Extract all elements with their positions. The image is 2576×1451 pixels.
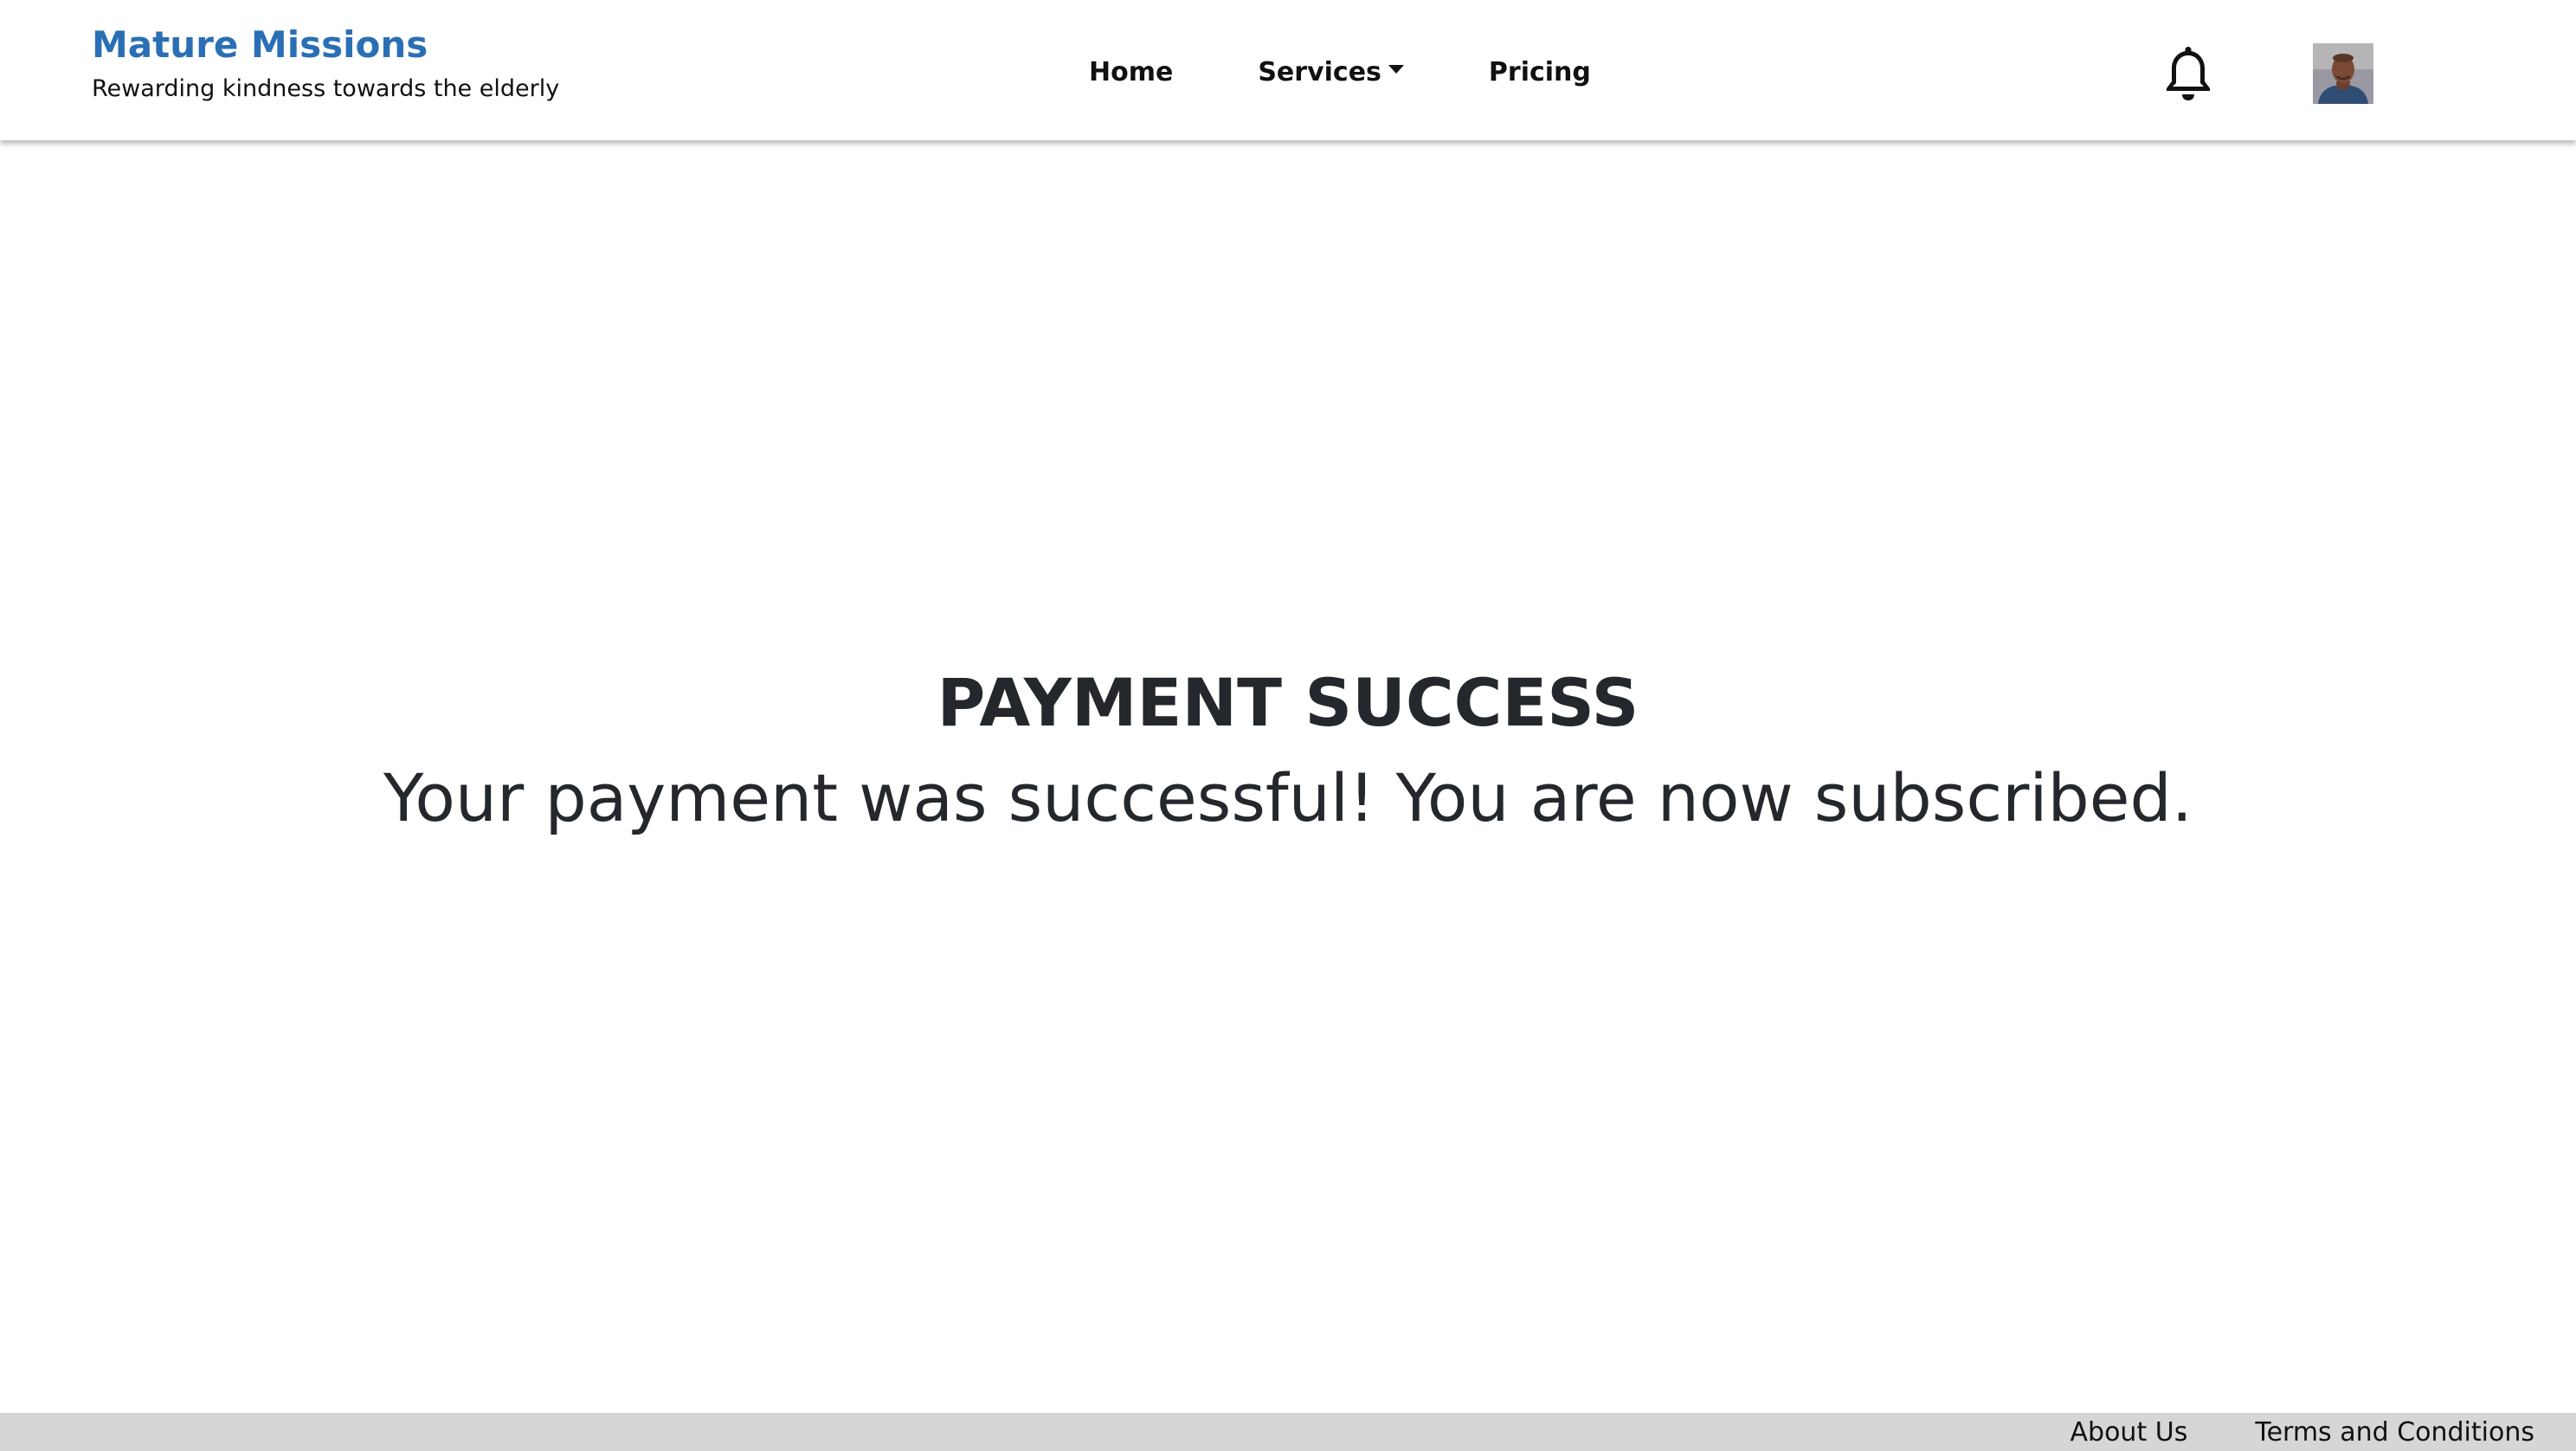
user-avatar[interactable] <box>2313 43 2373 104</box>
brand: Mature Missions Rewarding kindness towar… <box>92 19 559 106</box>
brand-tagline: Rewarding kindness towards the elderly <box>92 75 560 102</box>
payment-success-message: Your payment was successful! You are now… <box>383 759 2193 836</box>
nav-pricing-label: Pricing <box>1488 56 1591 87</box>
nav-home-label: Home <box>1089 56 1174 87</box>
footer-links: About Us Terms and Conditions <box>2070 1413 2534 1451</box>
brand-title-link[interactable]: Mature Missions <box>92 19 559 71</box>
top-navbar: Mature Missions Rewarding kindness towar… <box>0 0 2576 140</box>
nav-pricing-link[interactable]: Pricing <box>1489 57 1591 87</box>
nav-services-dropdown[interactable]: Services <box>1258 57 1404 87</box>
page: Mature Missions Rewarding kindness towar… <box>0 0 2576 1451</box>
payment-success-title: PAYMENT SUCCESS <box>937 664 1639 741</box>
main-content: PAYMENT SUCCESS Your payment was success… <box>0 140 2576 1413</box>
footer: About Us Terms and Conditions <box>0 1413 2576 1451</box>
main-nav: Home Services Pricing <box>1089 50 1591 94</box>
bell-icon[interactable] <box>2161 42 2216 104</box>
footer-terms-link[interactable]: Terms and Conditions <box>2255 1417 2534 1448</box>
nav-services-label: Services <box>1258 56 1381 87</box>
nav-home-link[interactable]: Home <box>1089 57 1173 87</box>
footer-about-link[interactable]: About Us <box>2070 1417 2188 1448</box>
caret-down-icon <box>1388 65 1404 74</box>
